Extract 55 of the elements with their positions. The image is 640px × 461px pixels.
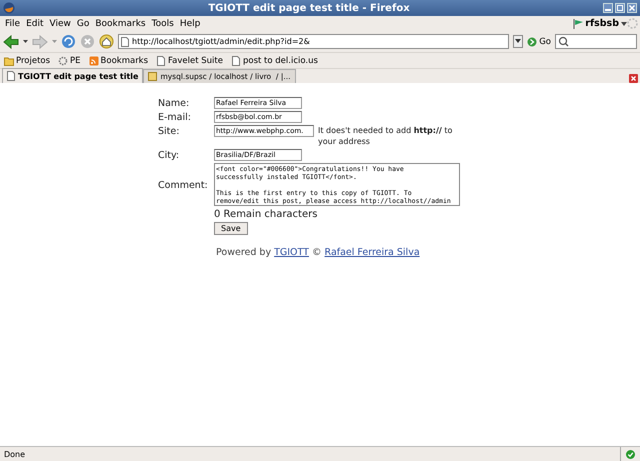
favicon-icon [148,72,158,81]
go-icon [527,36,538,46]
save-button[interactable]: Save [214,222,248,235]
back-arrow-icon [3,34,19,48]
menu-item[interactable]: File [2,18,24,28]
project-link[interactable]: TGIOTT [274,247,309,258]
search-icon [558,36,569,47]
page-icon [156,56,166,66]
menu-item[interactable]: Bookmarks [92,18,149,28]
flag-icon [573,18,584,28]
field-label: Name: [158,97,190,109]
page-icon [121,36,129,46]
author-link[interactable]: Rafael Ferreira Silva [324,247,420,258]
help-text: It does't needed to add http:// to your address [318,125,454,147]
bookmark-item[interactable]: post to del.icio.us [230,56,318,66]
caret-icon [515,39,522,44]
search-field[interactable] [555,34,637,49]
maximize-icon [615,3,625,13]
tab[interactable]: TGIOTT edit page test title [2,68,144,83]
minimize-icon [603,3,613,13]
status-text: Done [3,450,26,458]
copyright-symbol: © [312,247,322,258]
reload-icon [61,34,76,49]
close-icon [627,3,637,13]
bookmark-item[interactable]: Bookmarks [88,56,148,66]
page-icon [7,71,15,81]
dropdown-caret-icon [621,20,627,26]
history-dropdown[interactable] [513,35,524,48]
menu-item[interactable]: Edit [23,18,46,28]
stop-icon [80,34,95,49]
dropdown-caret-icon [23,39,28,44]
go-button[interactable]: Go [527,36,551,46]
menu-item[interactable]: Tools [148,18,177,28]
menu-item[interactable]: Help [176,18,204,28]
check-icon [626,450,635,458]
window-title: TGIOTT edit page test title - Firefox [207,2,411,14]
feed-icon [88,56,99,66]
menu-item[interactable]: Go [74,18,92,28]
field-label: City: [158,149,180,161]
page-icon [230,56,241,66]
forward-arrow-icon [32,34,48,48]
field-label: Comment: [158,178,209,190]
profile-name[interactable]: rfsbsb [583,18,621,29]
bookmark-item[interactable]: Favelet Suite [156,56,223,66]
address-field[interactable]: http://localhost/tgiott/admin/edit.php?id=2& [118,34,510,49]
folder-icon [4,56,14,66]
field-label: E-mail: [158,111,192,123]
credit-text: Powered by [216,247,272,258]
bookmark-item[interactable]: PE [58,56,81,66]
home-icon [99,34,114,49]
bookmark-item[interactable]: Projetos [4,56,50,66]
character-counter: 0 Remain characters [214,209,318,220]
menu-item[interactable]: View [46,18,74,28]
field-label: Site: [158,125,180,137]
dropdown-caret-icon [52,39,57,44]
